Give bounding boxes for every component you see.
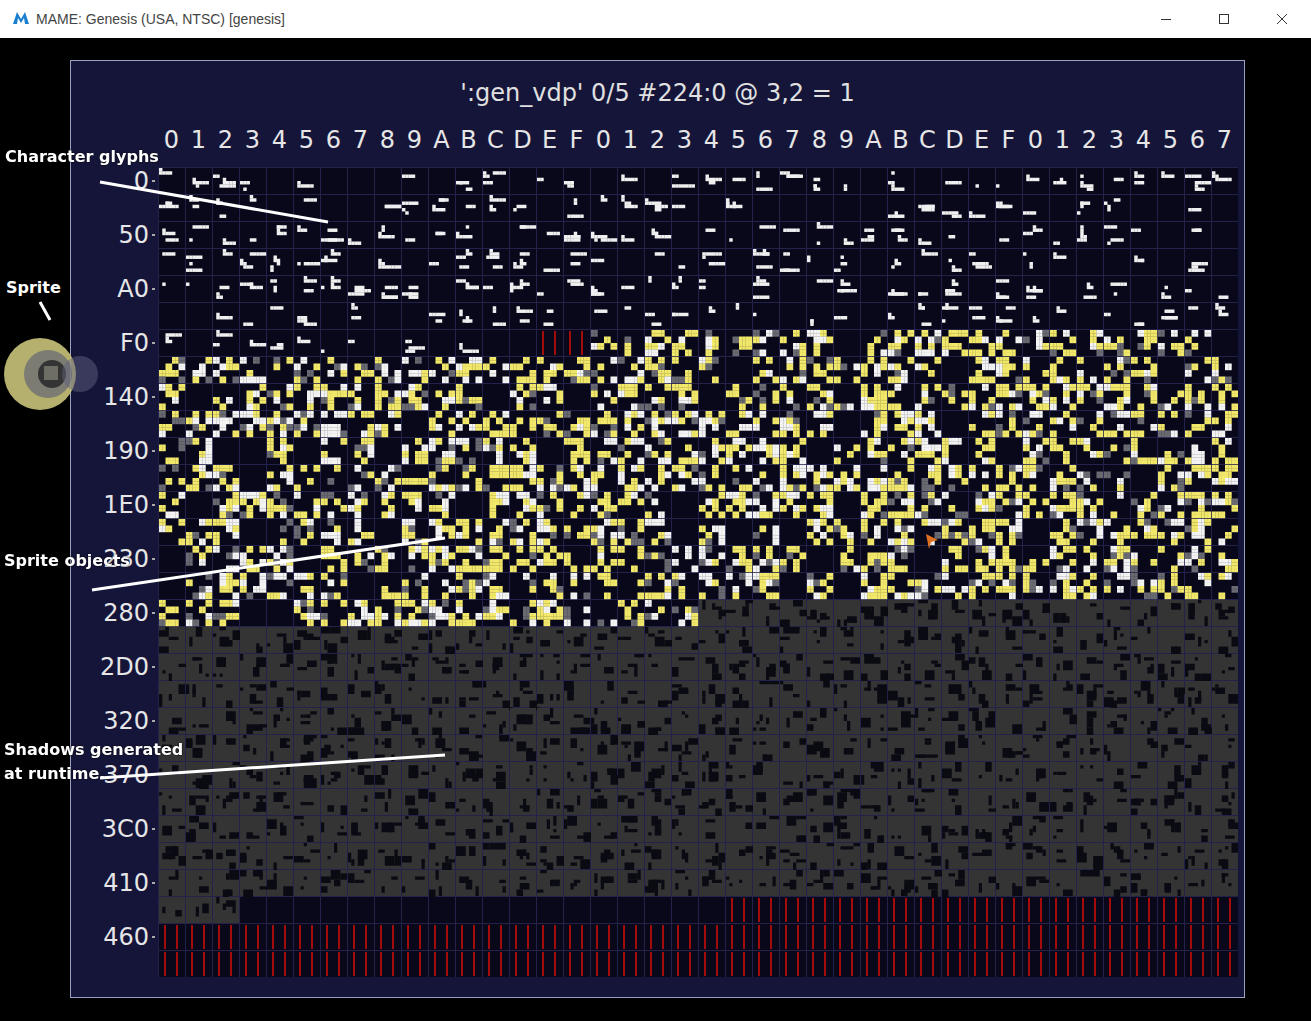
column-label: 0 xyxy=(1022,126,1049,154)
column-label: 9 xyxy=(833,126,860,154)
row-label: 0 xyxy=(134,167,149,195)
column-label: 7 xyxy=(779,126,806,154)
column-label: 8 xyxy=(374,126,401,154)
column-label: 6 xyxy=(752,126,779,154)
row-label: 410 xyxy=(103,869,149,897)
column-label: A xyxy=(428,126,455,154)
row-label: 280 xyxy=(103,599,149,627)
maximize-icon[interactable] xyxy=(1195,0,1253,38)
column-label: C xyxy=(482,126,509,154)
row-label: 2D0 xyxy=(100,653,149,681)
row-label: 1E0 xyxy=(103,491,149,519)
tile-grid[interactable] xyxy=(158,167,1238,977)
column-label: E xyxy=(968,126,995,154)
annotation-label: Character glyphs xyxy=(5,145,205,169)
close-icon[interactable] xyxy=(1253,0,1311,38)
column-label: 3 xyxy=(239,126,266,154)
column-label: E xyxy=(536,126,563,154)
row-label: A0 xyxy=(117,275,149,303)
column-label: A xyxy=(860,126,887,154)
column-label: 1 xyxy=(1049,126,1076,154)
column-label: 5 xyxy=(293,126,320,154)
column-label: 3 xyxy=(1103,126,1130,154)
annotation-lines xyxy=(0,0,1311,1021)
column-label: B xyxy=(887,126,914,154)
column-label: 0 xyxy=(158,126,185,154)
annotation-label: Sprite xyxy=(6,276,106,300)
column-label: 5 xyxy=(725,126,752,154)
mame-logo-icon xyxy=(12,10,30,29)
row-label: 3C0 xyxy=(102,815,149,843)
row-label: 370 xyxy=(103,761,149,789)
annotation-label: Shadows generated at runtime. xyxy=(4,738,204,786)
column-label: F xyxy=(995,126,1022,154)
row-label: F0 xyxy=(120,329,149,357)
column-label: 6 xyxy=(320,126,347,154)
column-label: 5 xyxy=(1157,126,1184,154)
column-label: 0 xyxy=(590,126,617,154)
column-label: D xyxy=(509,126,536,154)
column-label: 2 xyxy=(644,126,671,154)
minimize-icon[interactable] xyxy=(1137,0,1195,38)
column-label: B xyxy=(455,126,482,154)
window-title: MAME: Genesis (USA, NTSC) [genesis] xyxy=(36,11,1131,27)
column-header: 0123456789ABCDEF0123456789ABCDEF01234567 xyxy=(71,113,1244,167)
row-label: 190 xyxy=(103,437,149,465)
row-label: 460 xyxy=(103,923,149,951)
column-label: 1 xyxy=(185,126,212,154)
column-label: 7 xyxy=(1211,126,1238,154)
column-label: D xyxy=(941,126,968,154)
column-label: F xyxy=(563,126,590,154)
row-label: 320 xyxy=(103,707,149,735)
title-bar: MAME: Genesis (USA, NTSC) [genesis] xyxy=(0,0,1311,38)
column-label: 9 xyxy=(401,126,428,154)
column-label: 4 xyxy=(698,126,725,154)
column-label: 4 xyxy=(266,126,293,154)
column-label: 1 xyxy=(617,126,644,154)
row-label: 140 xyxy=(103,383,149,411)
annotation-label: Sprite objects xyxy=(4,549,204,573)
column-label: 8 xyxy=(806,126,833,154)
column-label: 6 xyxy=(1184,126,1211,154)
column-label: 4 xyxy=(1130,126,1157,154)
column-label: 7 xyxy=(347,126,374,154)
column-label: 2 xyxy=(212,126,239,154)
column-label: C xyxy=(914,126,941,154)
column-label: 3 xyxy=(671,126,698,154)
tile-viewer: ':gen_vdp' 0/5 #224:0 @ 3,2 = 1012345678… xyxy=(70,60,1245,998)
viewer-title: ':gen_vdp' 0/5 #224:0 @ 3,2 = 1 xyxy=(71,61,1244,113)
row-labels: 050A0F01401901E02302802D03203703C0410460 xyxy=(71,167,158,977)
column-label: 2 xyxy=(1076,126,1103,154)
row-label: 50 xyxy=(118,221,149,249)
